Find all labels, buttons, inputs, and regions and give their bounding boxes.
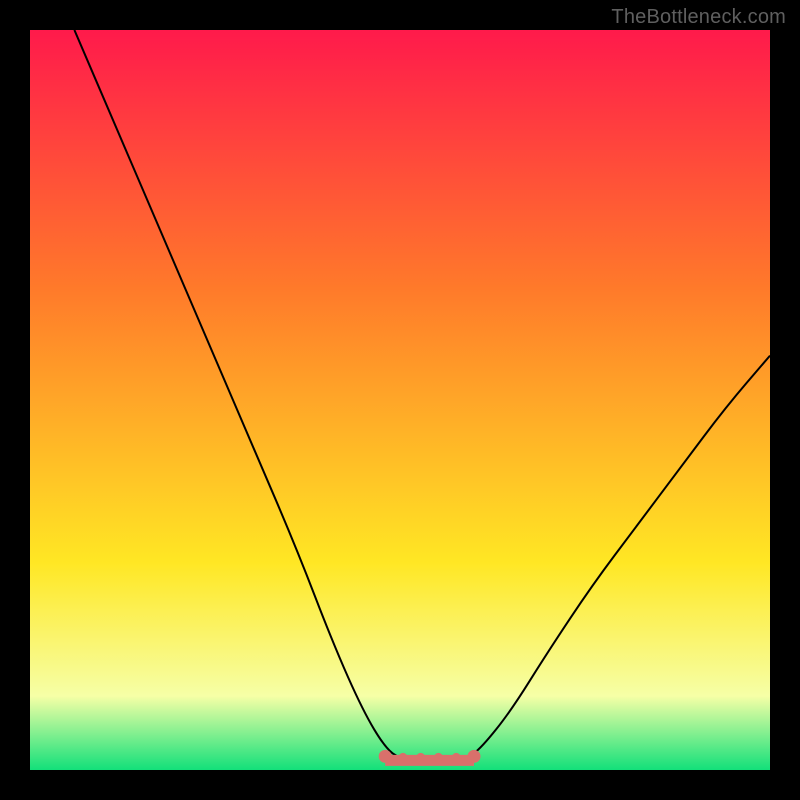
chart-svg [30, 30, 770, 770]
watermark-text: TheBottleneck.com [611, 6, 786, 29]
chart-frame: TheBottleneck.com [0, 0, 800, 800]
chart-background [30, 30, 770, 770]
chart-plot [30, 30, 770, 770]
